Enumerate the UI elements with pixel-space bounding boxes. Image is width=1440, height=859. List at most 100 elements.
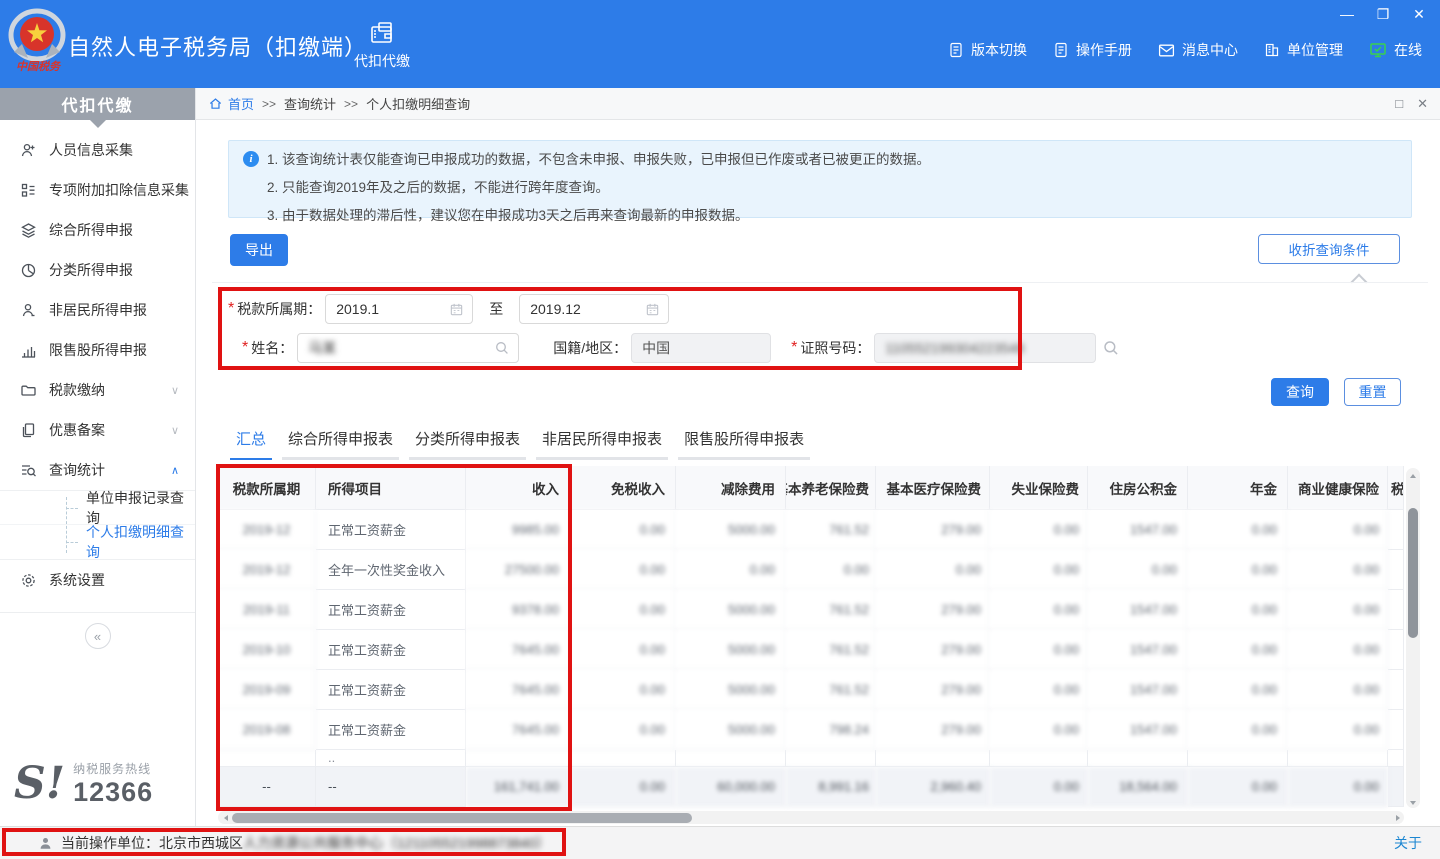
table-cell: 798.24 bbox=[786, 710, 876, 750]
tab-summary[interactable]: 汇总 bbox=[230, 428, 272, 460]
table-cell: 0.00 bbox=[570, 590, 676, 630]
column-header: 住房公积金 bbox=[1088, 466, 1188, 510]
table-row[interactable]: 2019-09正常工资薪金7645.000.005000.00761.52279… bbox=[218, 670, 1404, 710]
table-cell: 8,991.16 bbox=[786, 767, 876, 807]
table-cell: 0.00 bbox=[1188, 670, 1288, 710]
tab-comprehensive-income[interactable]: 综合所得申报表 bbox=[282, 428, 399, 460]
table-row[interactable]: 2019-08正常工资薪金7645.000.005000.00798.24279… bbox=[218, 710, 1404, 750]
minimize-icon[interactable]: — bbox=[1336, 4, 1358, 24]
user-icon bbox=[38, 836, 53, 851]
column-header: 税 bbox=[1388, 466, 1404, 510]
sidebar-collapse-area: « bbox=[0, 612, 195, 649]
status-bar: 当前操作单位： 北京市西城区 人力资源公共服务中心（12110552199887… bbox=[0, 826, 1440, 859]
table-cell: 0.00 bbox=[990, 590, 1088, 630]
table-row[interactable]: .. bbox=[218, 750, 1404, 767]
search-icon[interactable] bbox=[1102, 339, 1120, 357]
reset-button[interactable]: 重置 bbox=[1344, 378, 1401, 406]
sidebar-item-tax-payment[interactable]: 税款缴纳 ∨ bbox=[0, 370, 195, 410]
menu-label: 单位管理 bbox=[1287, 40, 1343, 60]
table-cell: 5000.00 bbox=[676, 590, 786, 630]
table-cell: 0.00 bbox=[1288, 510, 1388, 550]
hotline-12366: S! 纳税服务热线 12366 bbox=[14, 760, 153, 808]
pane-close-icon[interactable]: ✕ bbox=[1417, 96, 1428, 112]
app-title: 自然人电子税务局（扣缴端） bbox=[68, 30, 367, 62]
scroll-down-arrow-icon[interactable] bbox=[1406, 796, 1420, 808]
online-monitor-icon bbox=[1369, 42, 1387, 58]
tab-daikou-daijiao[interactable]: 代扣代缴 bbox=[340, 20, 424, 80]
sidebar-subitem-personal-withholding-query[interactable]: 个人扣缴明细查询 bbox=[0, 525, 195, 559]
tab-nonresident-income[interactable]: 非居民所得申报表 bbox=[536, 428, 668, 460]
layers-icon bbox=[20, 222, 37, 239]
table-cell: 0.00 bbox=[1188, 550, 1288, 590]
table-cell: 0.00 bbox=[570, 670, 676, 710]
sidebar-item-special-deduction[interactable]: 专项附加扣除信息采集 bbox=[0, 170, 195, 210]
notice-line-3: 3. 由于数据处理的滞后性，建议您在申报成功3天之后再来查询最新的申报数据。 bbox=[267, 205, 749, 226]
nation-value: 中国 bbox=[642, 338, 762, 358]
table-row[interactable]: 2019-12正常工资薪金9985.000.005000.00761.52279… bbox=[218, 510, 1404, 550]
table-cell: 0.00 bbox=[1288, 767, 1388, 807]
scroll-left-arrow-icon[interactable] bbox=[218, 811, 230, 824]
table-cell: 正常工资薪金 bbox=[316, 630, 466, 670]
breadcrumb-home[interactable]: 首页 bbox=[208, 94, 254, 113]
calendar-icon[interactable] bbox=[449, 302, 464, 317]
column-header: 所得项目 bbox=[316, 466, 466, 510]
gear-icon bbox=[20, 572, 37, 589]
sidebar-item-system-settings[interactable]: 系统设置 bbox=[0, 560, 195, 600]
menu-unit-management[interactable]: 单位管理 bbox=[1264, 40, 1343, 60]
menu-online-status[interactable]: 在线 bbox=[1369, 40, 1422, 60]
about-link[interactable]: 关于 bbox=[1394, 833, 1422, 853]
sidebar-item-restricted-stock[interactable]: 限售股所得申报 bbox=[0, 330, 195, 370]
table-row[interactable]: ----161,741.000.0060,000.008,991.162,960… bbox=[218, 767, 1404, 807]
sidebar-item-label: 限售股所得申报 bbox=[49, 340, 147, 360]
tab-restricted-stock[interactable]: 限售股所得申报表 bbox=[678, 428, 810, 460]
table-cell bbox=[1388, 670, 1404, 710]
close-icon[interactable]: ✕ bbox=[1408, 4, 1430, 24]
table-cell bbox=[1288, 750, 1388, 767]
sidebar-item-nonresident-income[interactable]: 非居民所得申报 bbox=[0, 290, 195, 330]
sidebar-item-classified-income[interactable]: 分类所得申报 bbox=[0, 250, 195, 290]
table-cell: 761.52 bbox=[786, 630, 876, 670]
table-cell bbox=[1088, 750, 1188, 767]
horizontal-scroll-thumb[interactable] bbox=[232, 813, 692, 823]
tab-classified-income[interactable]: 分类所得申报表 bbox=[409, 428, 526, 460]
pane-maximize-icon[interactable]: □ bbox=[1395, 96, 1403, 112]
table-row[interactable]: 2019-11正常工资薪金9378.000.005000.00761.52279… bbox=[218, 590, 1404, 630]
name-label: 姓名： bbox=[251, 338, 293, 358]
export-button[interactable]: 导出 bbox=[230, 234, 288, 266]
search-icon[interactable] bbox=[494, 340, 510, 356]
collapse-filters-button[interactable]: 收折查询条件 bbox=[1258, 234, 1400, 264]
menu-version-switch[interactable]: 版本切换 bbox=[948, 40, 1027, 60]
horizontal-scrollbar[interactable] bbox=[218, 811, 1404, 824]
list-grid-icon bbox=[20, 182, 37, 199]
table-row[interactable]: 2019-10正常工资薪金7645.000.005000.00761.52279… bbox=[218, 630, 1404, 670]
name-input[interactable]: 马某 bbox=[297, 333, 519, 363]
table-row[interactable]: 2019-12全年一次性奖金收入27500.000.000.000.000.00… bbox=[218, 550, 1404, 590]
table-cell: 1547.00 bbox=[1088, 630, 1188, 670]
period-to-input[interactable]: 2019.12 bbox=[519, 294, 669, 324]
period-from-input[interactable]: 2019.1 bbox=[325, 294, 473, 324]
table-cell: 5000.00 bbox=[676, 510, 786, 550]
query-button[interactable]: 查询 bbox=[1271, 378, 1329, 406]
sidebar-item-personnel-info[interactable]: 人员信息采集 bbox=[0, 130, 195, 170]
scroll-right-arrow-icon[interactable] bbox=[1392, 811, 1404, 824]
bar-chart-icon bbox=[20, 342, 37, 359]
scroll-up-arrow-icon[interactable] bbox=[1406, 468, 1420, 480]
sidebar-item-preferential-filing[interactable]: 优惠备案 ∨ bbox=[0, 410, 195, 450]
restore-icon[interactable]: ❐ bbox=[1372, 4, 1394, 24]
sidebar-collapse-button[interactable]: « bbox=[85, 623, 111, 649]
sidebar-subitem-unit-declaration-query[interactable]: 单位申报记录查询 bbox=[0, 491, 195, 525]
menu-message-center[interactable]: 消息中心 bbox=[1158, 40, 1238, 60]
table-cell: 0.00 bbox=[1188, 590, 1288, 630]
vertical-scrollbar[interactable] bbox=[1406, 468, 1420, 808]
table-cell bbox=[1388, 630, 1404, 670]
table-cell bbox=[1388, 550, 1404, 590]
sidebar-item-comprehensive-income[interactable]: 综合所得申报 bbox=[0, 210, 195, 250]
sidebar-item-query-statistics[interactable]: 查询统计 ∧ bbox=[0, 450, 195, 490]
calendar-icon[interactable] bbox=[645, 302, 660, 317]
table-cell: 0.00 bbox=[990, 550, 1088, 590]
menu-manual[interactable]: 操作手册 bbox=[1053, 40, 1132, 60]
vertical-scroll-thumb[interactable] bbox=[1408, 508, 1418, 638]
name-value: 马某 bbox=[308, 338, 494, 358]
mail-icon bbox=[1158, 42, 1175, 59]
breadcrumb-separator: >> bbox=[344, 97, 358, 111]
